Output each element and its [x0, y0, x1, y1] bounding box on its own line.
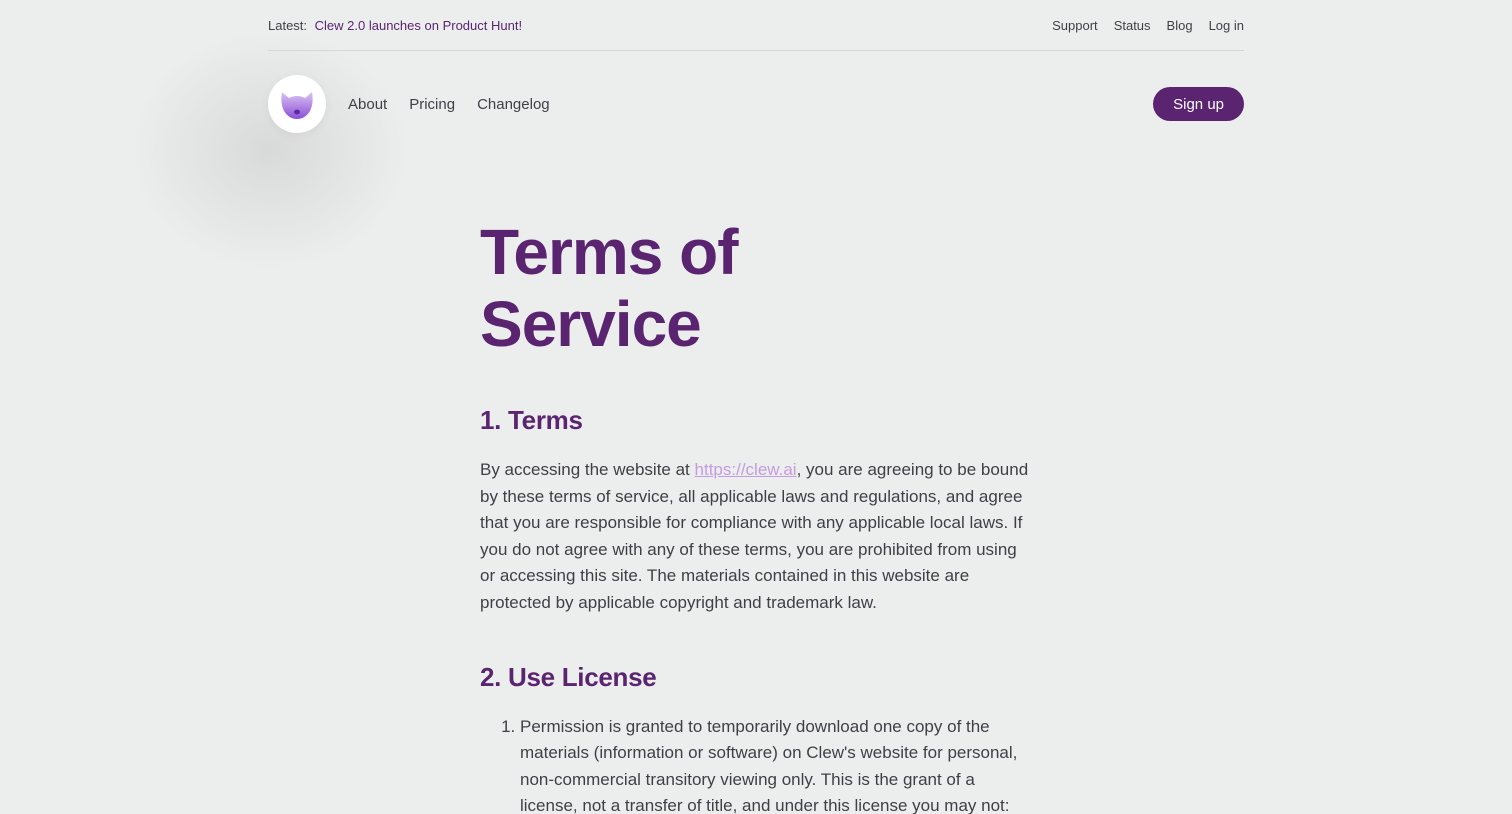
nav-links: About Pricing Changelog [348, 96, 550, 113]
announcement-prefix: Latest: [268, 17, 308, 33]
blog-link[interactable]: Blog [1167, 18, 1193, 33]
website-link[interactable]: https://clew.ai [695, 460, 797, 479]
section-heading-use-license: 2. Use License [480, 661, 657, 692]
announcement: Latest: Clew 2.0 launches on Product Hun… [268, 18, 522, 33]
section-heading-terms: 1. Terms [480, 405, 583, 435]
top-links: Support Status Blog Log in [1052, 18, 1244, 33]
page-title-line1: Terms of [480, 216, 739, 288]
cat-face-logo-icon [281, 92, 313, 119]
terms-paragraph: By accessing the website at https://clew… [480, 457, 1035, 617]
terms-text-end: , you are agreeing to be bound by these … [480, 460, 1029, 612]
announcement-link[interactable]: Clew 2.0 launches on Product Hunt! [315, 18, 522, 33]
nav-about[interactable]: About [348, 96, 387, 113]
main-nav: About Pricing Changelog Sign up [268, 75, 1244, 133]
announcement-bar: Latest: Clew 2.0 launches on Product Hun… [268, 0, 1244, 51]
support-link[interactable]: Support [1052, 18, 1098, 33]
page-title: Terms of Service [480, 216, 1035, 360]
use-license-list: Permission is granted to temporarily dow… [480, 714, 1035, 814]
page-title-line2: Service [480, 288, 702, 360]
nav-changelog[interactable]: Changelog [477, 96, 550, 113]
status-link[interactable]: Status [1114, 18, 1151, 33]
page: Latest: Clew 2.0 launches on Product Hun… [0, 0, 1512, 814]
terms-content: Terms of Service 1. Terms By accessing t… [480, 216, 1035, 814]
signup-button[interactable]: Sign up [1153, 87, 1244, 121]
list-item: Permission is granted to temporarily dow… [520, 714, 1035, 814]
home-logo-link[interactable] [268, 75, 326, 133]
nav-pricing[interactable]: Pricing [409, 96, 455, 113]
logo-glow [130, 30, 410, 270]
terms-text-start: By accessing the website at [480, 460, 695, 479]
login-link[interactable]: Log in [1209, 18, 1244, 33]
